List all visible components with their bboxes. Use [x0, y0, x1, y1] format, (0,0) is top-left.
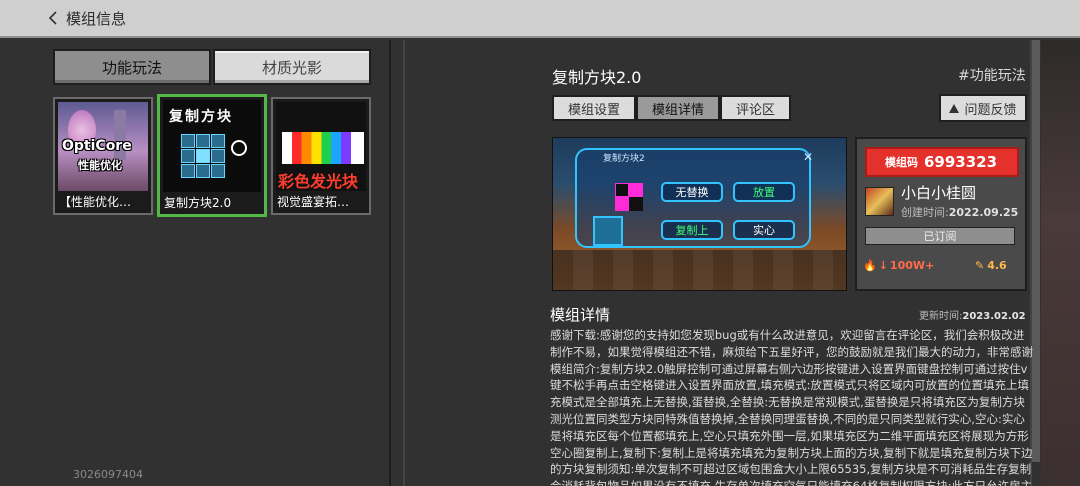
mod-card-caption: 复制方块2.0: [164, 196, 232, 210]
rainbow-blocks-image: [282, 132, 364, 164]
floor-texture: [553, 250, 846, 290]
background-scenery: [1041, 40, 1080, 486]
category-tabs: 功能玩法 材质光影: [53, 49, 371, 85]
report-issue-button[interactable]: 问题反馈: [939, 94, 1027, 122]
author-name[interactable]: 小白小桂圆: [901, 182, 976, 203]
mod-card-copy-block[interactable]: 复制方块 复制方块2.0: [157, 94, 267, 217]
down-arrow-icon: ↓: [878, 259, 888, 272]
mod-card-visual[interactable]: 彩色发光块 视觉盛宴拓…: [271, 97, 371, 215]
thumbnail-title: 彩色发光块: [278, 172, 359, 191]
thumbnail-title: OptiCore: [62, 138, 132, 154]
updated-time: 更新时间:2023.02.02: [919, 307, 1026, 322]
mod-card-caption: 【性能优化…: [59, 195, 132, 209]
created-label: 创建时间:: [901, 206, 949, 219]
section-title: 模组详情: [550, 306, 611, 324]
warning-icon: [949, 103, 960, 113]
block-icon: [615, 183, 629, 197]
ingame-button: 复制上: [661, 220, 723, 240]
tab-textures-shaders[interactable]: 材质光影: [213, 49, 371, 85]
mod-list-panel: 功能玩法 材质光影 OptiCore 性能优化 【性能优化… 复制方块 复制方块…: [0, 40, 389, 486]
mod-title: 复制方块2.0: [552, 68, 642, 87]
ingame-button: 实心: [733, 220, 795, 240]
fire-icon: 🔥: [863, 259, 877, 272]
report-issue-label: 问题反馈: [964, 102, 1017, 118]
mod-screenshot[interactable]: 复制方块2 ✕ 无替换 放置 复制上 实心: [552, 137, 847, 291]
page-title: 模组信息: [66, 9, 127, 28]
cube-icon: [593, 216, 623, 246]
mod-thumbnail: 彩色发光块: [276, 102, 366, 191]
mod-code-label: 模组码: [885, 156, 918, 169]
mod-card-caption: 视觉盛宴拓…: [277, 195, 350, 209]
tab-comments[interactable]: 评论区: [720, 95, 792, 121]
mod-code-value: 6993323: [924, 153, 998, 171]
block-icon: [629, 183, 643, 197]
block-icon: [629, 197, 643, 211]
subscribe-button[interactable]: 已订阅: [865, 227, 1015, 245]
cube-icon: [181, 134, 227, 186]
user-id: 3026097404: [73, 468, 143, 481]
mod-thumbnail: OptiCore 性能优化: [58, 102, 148, 191]
downloads-stat: 🔥 ↓ 100W+: [863, 259, 934, 272]
thumb-icon: ✎: [975, 259, 985, 272]
thumbnail-title: 复制方块: [169, 109, 233, 125]
avatar[interactable]: [865, 187, 894, 216]
chevron-left-icon: [48, 11, 57, 25]
rating-value: 4.6: [987, 259, 1007, 272]
ingame-button: 放置: [733, 182, 795, 202]
mod-thumbnail: 复制方块: [163, 100, 261, 192]
mod-description: 感谢下载:感谢您的支持如您发现bug或有什么改进意见，欢迎留言在评论区，我们会积…: [550, 328, 1033, 486]
back-button[interactable]: [42, 7, 64, 29]
mod-category-tag[interactable]: #功能玩法: [958, 65, 1026, 85]
mod-card-list: OptiCore 性能优化 【性能优化… 复制方块 复制方块2.0 彩色发光块: [53, 94, 371, 217]
detail-tabs: 模组设置 模组详情 评论区: [552, 95, 792, 121]
mod-code-button[interactable]: 模组码 6993323: [865, 147, 1019, 177]
thumbnail-subtitle: 性能优化: [78, 159, 122, 172]
tab-mod-details[interactable]: 模组详情: [636, 95, 721, 121]
tab-mod-settings[interactable]: 模组设置: [552, 95, 637, 121]
header-bar: 模组信息: [0, 0, 1080, 38]
close-icon: ✕: [803, 150, 814, 164]
created-time: 创建时间:2022.09.25: [901, 204, 1018, 220]
updated-value: 2023.02.02: [962, 311, 1026, 322]
mod-card-opticore[interactable]: OptiCore 性能优化 【性能优化…: [53, 97, 153, 215]
mod-info-card: 模组码 6993323 小白小桂圆 创建时间:2022.09.25 已订阅 🔥 …: [855, 137, 1027, 291]
created-value: 2022.09.25: [948, 206, 1019, 219]
mod-detail-panel: 复制方块2.0 #功能玩法 模组设置 模组详情 评论区 问题反馈 复制方块2 ✕…: [389, 40, 1080, 486]
block-icon: [615, 197, 629, 211]
ingame-panel-title: 复制方块2: [603, 154, 645, 164]
rating-stat: ✎ 4.6: [975, 259, 1007, 272]
tab-gameplay[interactable]: 功能玩法: [53, 49, 211, 85]
downloads-value: 100W+: [889, 259, 935, 272]
updated-label: 更新时间:: [919, 311, 963, 322]
ingame-button: 无替换: [661, 182, 723, 202]
refresh-icon: [231, 140, 247, 156]
